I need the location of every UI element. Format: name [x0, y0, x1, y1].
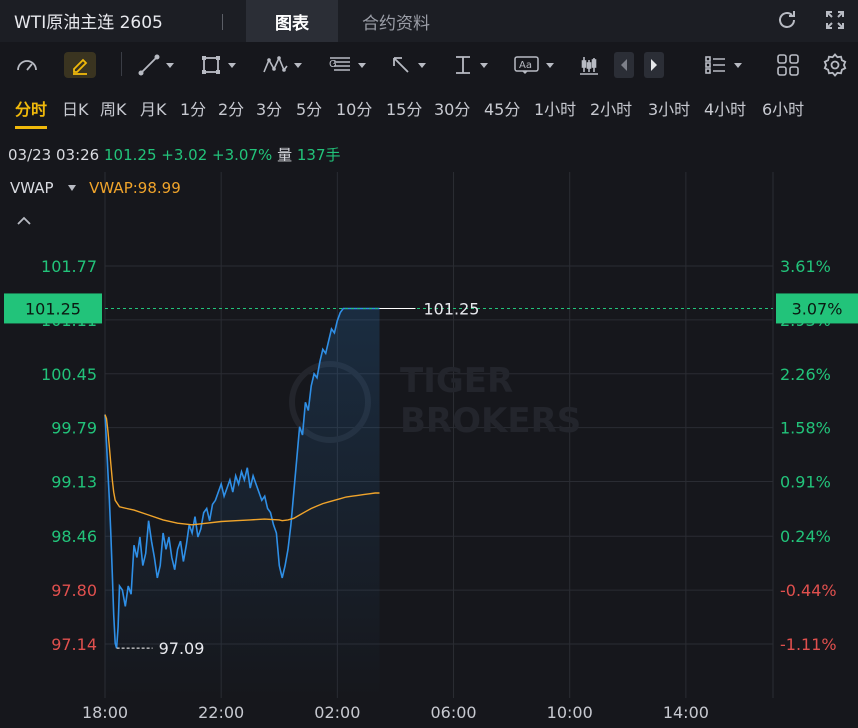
y-tick-left-6: 97.80 — [51, 581, 97, 600]
y-tick-right-6: -0.44% — [780, 581, 837, 600]
y-tick-right-3: 1.58% — [780, 419, 831, 438]
x-tick-3: 06:00 — [430, 703, 476, 722]
y-tick-right-0: 3.61% — [780, 257, 831, 276]
collapse-icon[interactable] — [16, 212, 32, 231]
y-tick-right-7: -1.11% — [780, 635, 837, 654]
intraday-chart[interactable]: TIGERBROKERS101.77101.11100.4599.7999.13… — [0, 0, 858, 728]
x-tick-5: 14:00 — [663, 703, 709, 722]
indicator-value: VWAP:98.99 — [89, 179, 181, 197]
last-price-annotation: 101.25 — [423, 299, 479, 318]
y-tick-left-4: 99.13 — [51, 473, 97, 492]
x-tick-0: 18:00 — [82, 703, 128, 722]
price-area — [105, 308, 380, 698]
y-tick-right-2: 2.26% — [780, 365, 831, 384]
indicator-name[interactable]: VWAP — [10, 179, 54, 197]
min-price-annotation: 97.09 — [159, 639, 205, 658]
last-price-badge-left-text: 101.25 — [25, 299, 81, 318]
watermark-line-2: BROKERS — [400, 401, 581, 441]
x-tick-2: 02:00 — [314, 703, 360, 722]
y-tick-left-7: 97.14 — [51, 635, 97, 654]
last-pct-badge-right-text: 3.07% — [792, 299, 843, 318]
x-tick-1: 22:00 — [198, 703, 244, 722]
indicator-row[interactable]: VWAP VWAP:98.99 — [10, 179, 181, 197]
y-tick-left-2: 100.45 — [41, 365, 97, 384]
x-tick-4: 10:00 — [547, 703, 593, 722]
watermark-line-1: TIGER — [400, 361, 513, 401]
indicator-dropdown-icon[interactable] — [68, 185, 77, 191]
y-tick-left-3: 99.79 — [51, 419, 97, 438]
y-tick-left-0: 101.77 — [41, 257, 97, 276]
y-tick-right-4: 0.91% — [780, 473, 831, 492]
y-tick-left-5: 98.46 — [51, 527, 97, 546]
y-tick-right-5: 0.24% — [780, 527, 831, 546]
